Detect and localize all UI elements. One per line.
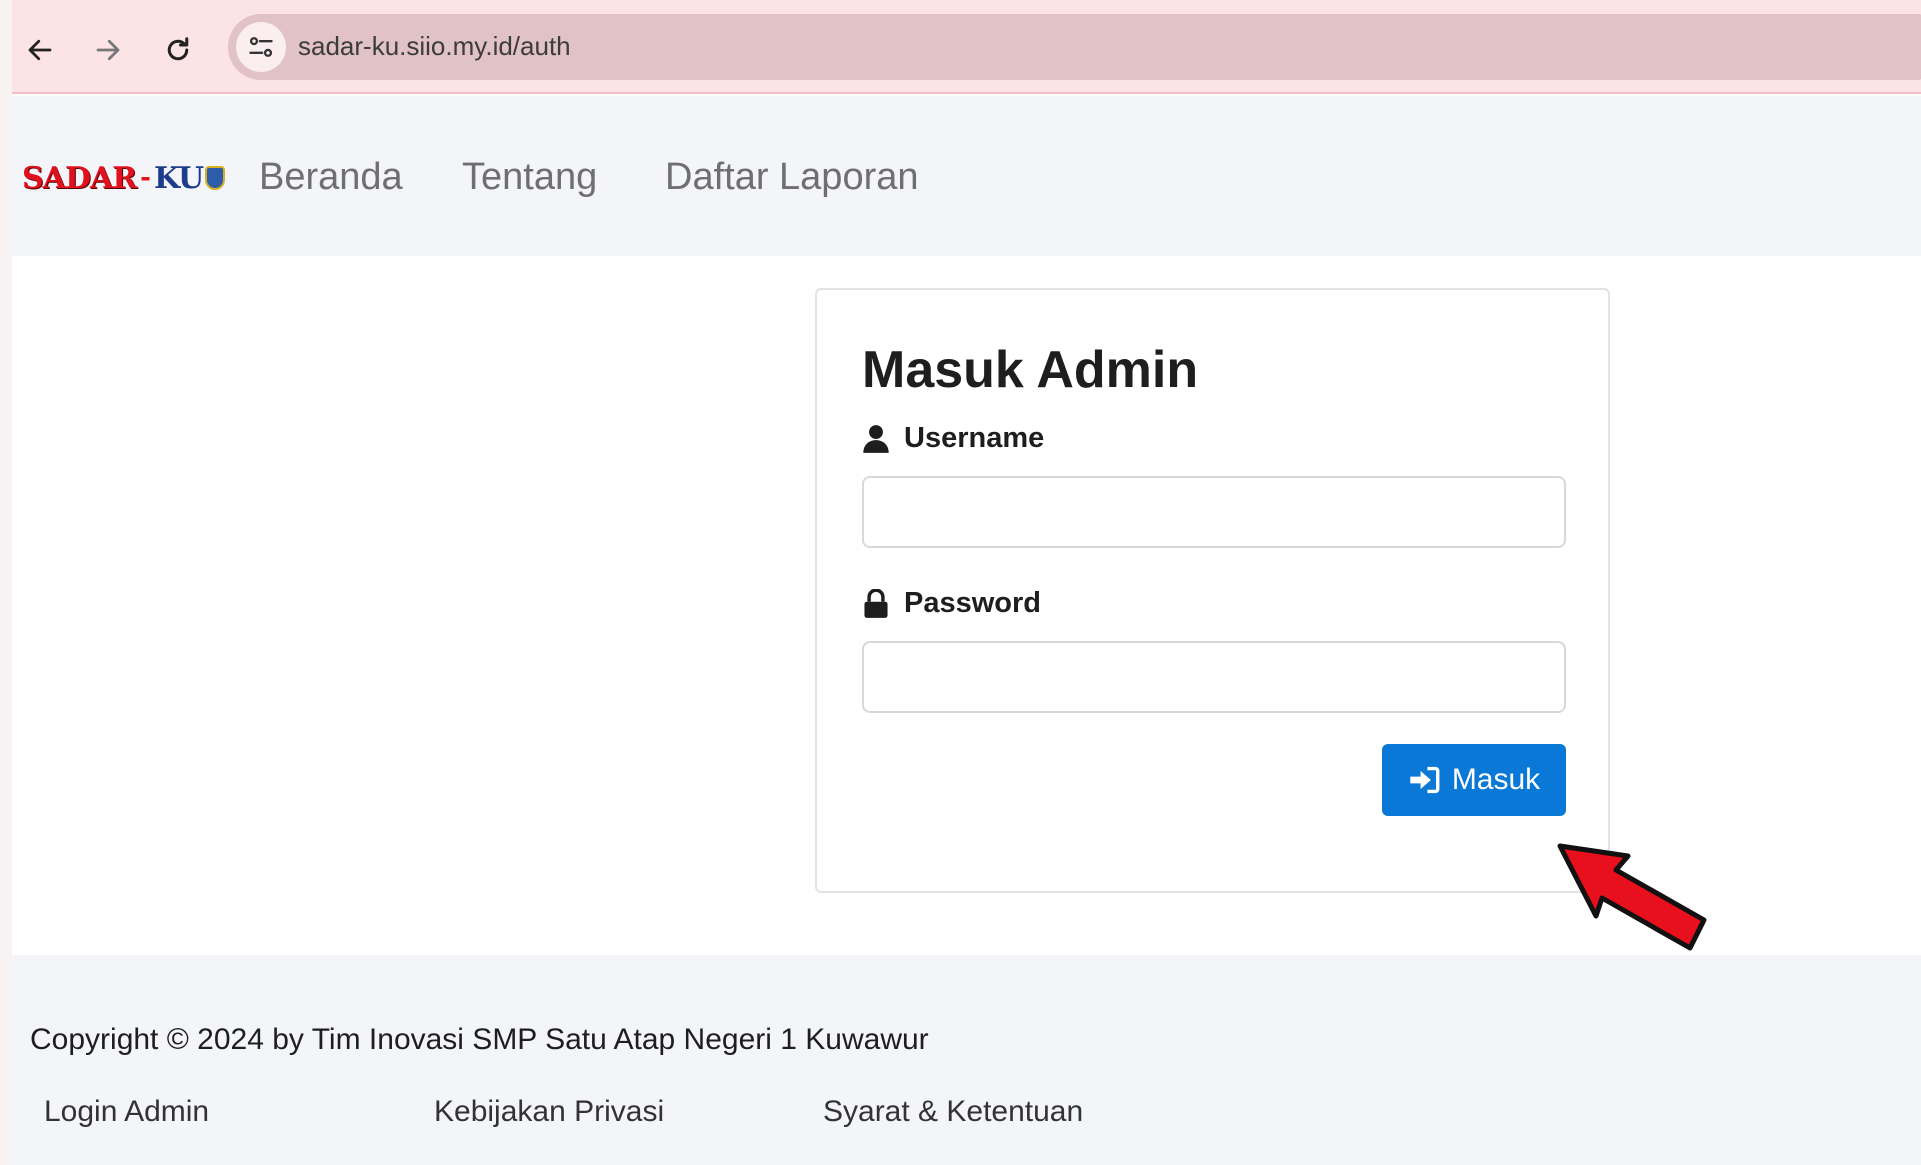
copyright-text: Copyright © 2024 by Tim Inovasi SMP Satu… xyxy=(30,1023,929,1056)
lock-icon xyxy=(864,588,888,618)
username-label-text: Username xyxy=(904,422,1045,454)
footer-link-login-admin[interactable]: Login Admin xyxy=(44,1095,209,1129)
nav-link-tentang[interactable]: Tentang xyxy=(462,156,597,199)
pointer-arrow-icon xyxy=(1557,843,1707,951)
password-field[interactable] xyxy=(862,641,1566,713)
reload-icon xyxy=(167,37,189,61)
password-label: Password xyxy=(862,587,1041,620)
nav-link-daftar-laporan[interactable]: Daftar Laporan xyxy=(665,156,919,199)
forward-button[interactable] xyxy=(80,22,136,78)
footer-link-terms[interactable]: Syarat & Ketentuan xyxy=(823,1095,1083,1129)
login-card: Masuk Admin Username Password Masuk xyxy=(815,288,1610,893)
url-text[interactable]: sadar-ku.siio.my.id/auth xyxy=(298,31,571,62)
site-settings-button[interactable] xyxy=(236,22,286,72)
page-title: Masuk Admin xyxy=(862,341,1199,399)
back-button[interactable] xyxy=(12,22,68,78)
site-settings-icon xyxy=(249,37,273,57)
address-bar[interactable]: sadar-ku.siio.my.id/auth xyxy=(228,14,1921,80)
nav-link-beranda[interactable]: Beranda xyxy=(259,156,403,199)
logo-dash: - xyxy=(140,163,151,193)
sign-in-icon xyxy=(1410,766,1440,794)
forward-arrow-icon xyxy=(96,39,120,61)
site-navbar: SADAR - KU Beranda Tentang Daftar Lapora… xyxy=(12,96,1921,256)
password-label-text: Password xyxy=(904,587,1041,619)
username-field[interactable] xyxy=(862,476,1566,548)
reload-button[interactable] xyxy=(150,22,206,78)
emblem-icon xyxy=(205,166,226,190)
browser-toolbar: sadar-ku.siio.my.id/auth xyxy=(12,0,1921,94)
username-label: Username xyxy=(862,422,1044,455)
left-border xyxy=(0,0,12,1165)
site-logo[interactable]: SADAR - KU xyxy=(22,160,226,196)
back-arrow-icon xyxy=(28,39,52,61)
footer-link-privacy[interactable]: Kebijakan Privasi xyxy=(434,1095,664,1129)
login-button[interactable]: Masuk xyxy=(1382,744,1566,816)
login-button-label: Masuk xyxy=(1451,763,1541,796)
user-icon xyxy=(863,424,889,453)
logo-text-main: SADAR xyxy=(22,160,137,196)
logo-text-ku: KU xyxy=(153,160,204,196)
site-footer: Copyright © 2024 by Tim Inovasi SMP Satu… xyxy=(12,955,1921,1165)
